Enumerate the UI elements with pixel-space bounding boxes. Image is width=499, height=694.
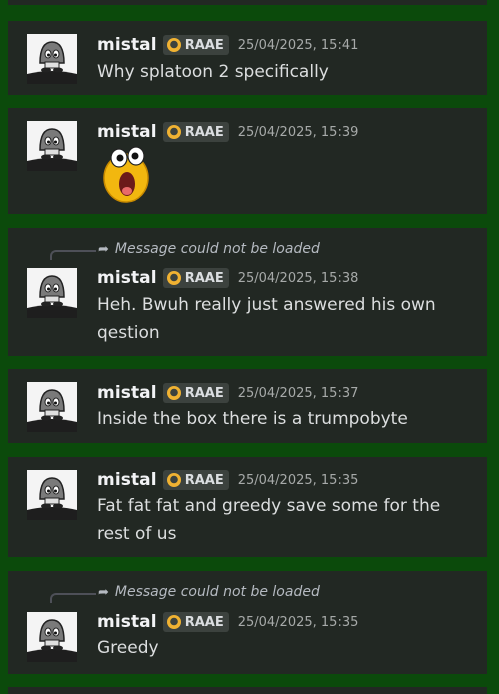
- timestamp[interactable]: 25/04/2025, 15:35: [238, 473, 359, 488]
- message-content: Heh. Bwuh really just answered his own q…: [97, 291, 473, 347]
- timestamp[interactable]: 25/04/2025, 15:35: [238, 615, 359, 630]
- message-content: Inside the box there is a trumpobyte: [97, 405, 473, 433]
- message-content: Greedy: [97, 634, 473, 662]
- username[interactable]: mistal: [97, 35, 157, 55]
- reply-reference[interactable]: ➦ Message could not be loaded: [50, 581, 320, 603]
- message-line: Fat fat fat and greedy save some for the: [97, 496, 441, 516]
- goomba-avatar-icon[interactable]: [27, 470, 77, 520]
- username[interactable]: mistal: [97, 612, 157, 632]
- reply-text: Message could not be loaded: [114, 241, 320, 257]
- reply-spine: [50, 250, 96, 260]
- message-header: mistal RAAE 25/04/2025, 15:38: [97, 266, 358, 290]
- message-line: Inside the box there is a trumpobyte: [97, 409, 408, 429]
- message-card: ➦ Message could not be loaded mistal RAA…: [8, 228, 487, 356]
- server-tag[interactable]: RAAE: [162, 612, 229, 632]
- timestamp[interactable]: 25/04/2025, 15:41: [238, 38, 359, 53]
- username[interactable]: mistal: [97, 470, 157, 490]
- reply-text: Message could not be loaded: [114, 584, 320, 600]
- server-tag[interactable]: RAAE: [162, 470, 229, 490]
- message-header: mistal RAAE 25/04/2025, 15:35: [97, 610, 358, 634]
- server-tag-icon: [166, 386, 181, 400]
- server-tag-label: RAAE: [184, 614, 224, 630]
- reply-arrow-icon: ➦: [98, 585, 109, 600]
- reply-spine: [50, 593, 96, 603]
- server-tag-icon: [166, 473, 181, 487]
- timestamp[interactable]: 25/04/2025, 15:37: [238, 386, 359, 401]
- message-card: ➦ Message could not be loaded mistal RAA…: [8, 571, 487, 674]
- username[interactable]: mistal: [97, 383, 157, 403]
- message-content: Why splatoon 2 specifically: [97, 58, 473, 86]
- server-tag-icon: [166, 271, 181, 285]
- message-header: mistal RAAE 25/04/2025, 15:35: [97, 468, 358, 492]
- goomba-avatar-icon[interactable]: [27, 34, 77, 84]
- server-tag-label: RAAE: [184, 37, 224, 53]
- message-line: rest of us: [97, 524, 177, 544]
- server-tag-label: RAAE: [184, 472, 224, 488]
- message-content: Fat fat fat and greedy save some for the…: [97, 492, 473, 548]
- message-line: Why splatoon 2 specifically: [97, 62, 329, 82]
- username[interactable]: mistal: [97, 122, 157, 142]
- message-header: mistal RAAE 25/04/2025, 15:39: [97, 120, 358, 144]
- message-line: Greedy: [97, 638, 159, 658]
- reply-reference[interactable]: ➦ Message could not be loaded: [50, 238, 320, 260]
- screaming-yellow-blob-emoji[interactable]: [102, 144, 154, 208]
- timestamp[interactable]: 25/04/2025, 15:38: [238, 271, 359, 286]
- message-line: Heh. Bwuh really just answered his own: [97, 295, 436, 315]
- message-card-partial-bottom: [8, 687, 487, 694]
- message-card-partial-top: [8, 0, 487, 5]
- message-card: mistal RAAE 25/04/2025, 15:35 Fat fat fa…: [8, 457, 487, 557]
- goomba-avatar-icon[interactable]: [27, 121, 77, 171]
- server-tag[interactable]: RAAE: [162, 268, 229, 288]
- message-card: mistal RAAE 25/04/2025, 15:39: [8, 108, 487, 214]
- username[interactable]: mistal: [97, 268, 157, 288]
- server-tag-label: RAAE: [184, 124, 224, 140]
- server-tag-label: RAAE: [184, 385, 224, 401]
- goomba-avatar-icon[interactable]: [27, 382, 77, 432]
- server-tag[interactable]: RAAE: [162, 35, 229, 55]
- message-card: mistal RAAE 25/04/2025, 15:41 Why splato…: [8, 21, 487, 95]
- reply-arrow-icon: ➦: [98, 242, 109, 257]
- server-tag[interactable]: RAAE: [162, 122, 229, 142]
- timestamp[interactable]: 25/04/2025, 15:39: [238, 125, 359, 140]
- message-card: mistal RAAE 25/04/2025, 15:37 Inside the…: [8, 369, 487, 443]
- server-tag-icon: [166, 38, 181, 52]
- server-tag-label: RAAE: [184, 270, 224, 286]
- goomba-avatar-icon[interactable]: [27, 612, 77, 662]
- server-tag-icon: [166, 125, 181, 139]
- server-tag[interactable]: RAAE: [162, 383, 229, 403]
- server-tag-icon: [166, 615, 181, 629]
- message-header: mistal RAAE 25/04/2025, 15:41: [97, 33, 358, 57]
- message-header: mistal RAAE 25/04/2025, 15:37: [97, 381, 358, 405]
- message-line: qestion: [97, 323, 160, 343]
- goomba-avatar-icon[interactable]: [27, 268, 77, 318]
